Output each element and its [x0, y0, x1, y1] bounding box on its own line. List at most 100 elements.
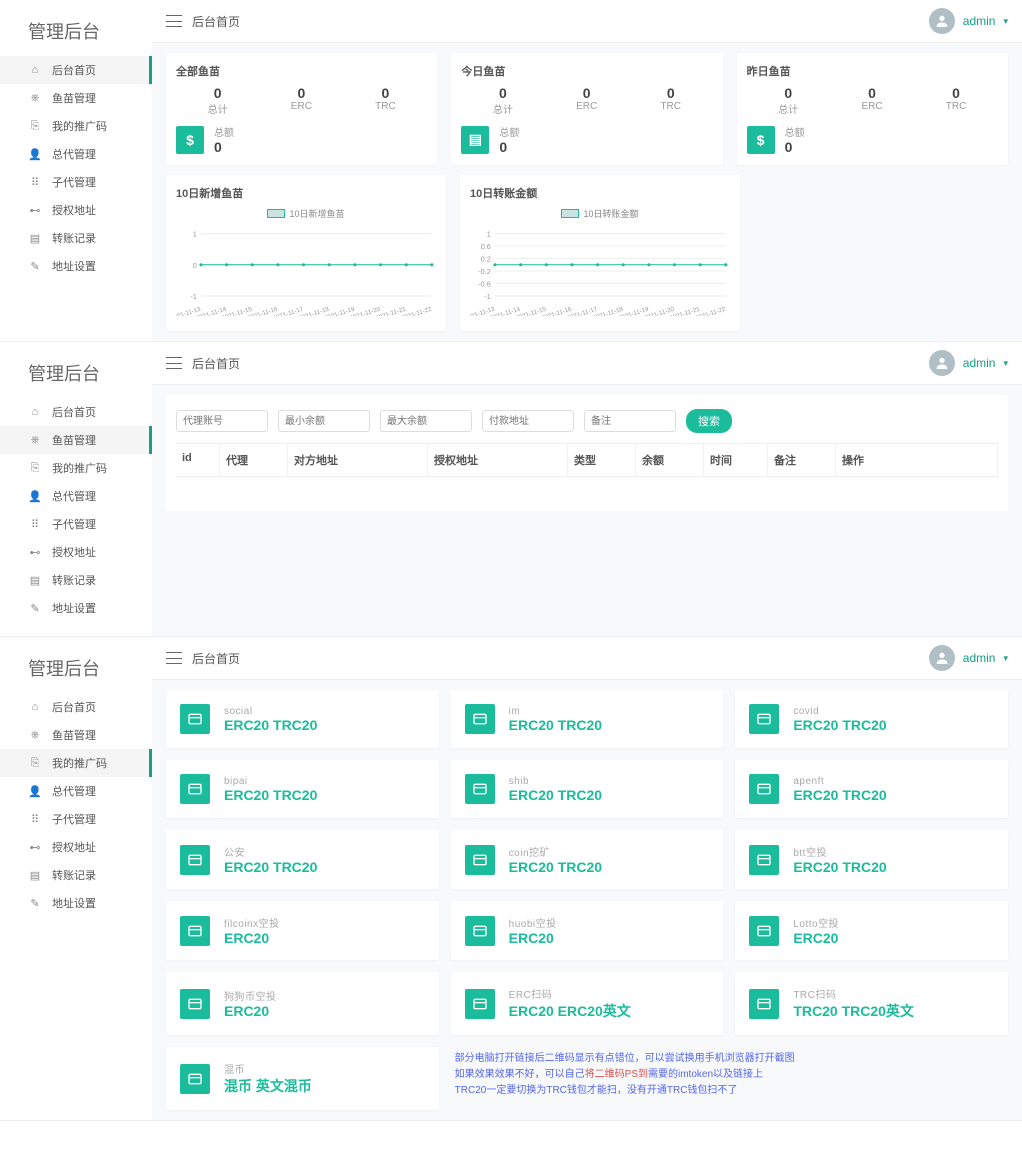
sidebar-item[interactable]: ▤转账记录: [0, 566, 152, 594]
sidebar-item[interactable]: ⎘我的推广码: [0, 749, 152, 777]
referral-types: ERC20 TRC20: [509, 859, 602, 875]
th-balance: 余额: [636, 444, 704, 476]
sidebar-item[interactable]: 👤总代管理: [0, 482, 152, 510]
sidebar-item[interactable]: ⊷授权地址: [0, 538, 152, 566]
th-counterparty: 对方地址: [288, 444, 428, 476]
sidebar-item[interactable]: ▤转账记录: [0, 861, 152, 889]
metric-label: 总计: [493, 101, 513, 116]
th-remark: 备注: [768, 444, 836, 476]
referral-card[interactable]: 公安ERC20 TRC20: [166, 830, 439, 889]
user-menu[interactable]: admin ▾: [929, 645, 1008, 671]
user-menu[interactable]: admin ▾: [929, 350, 1008, 376]
card-icon: [465, 989, 495, 1019]
sidebar-item[interactable]: ⊷授权地址: [0, 196, 152, 224]
caret-down-icon: ▾: [1003, 358, 1008, 369]
sidebar-item[interactable]: ⎈鱼苗管理: [0, 426, 152, 454]
referral-card[interactable]: huobi空投ERC20: [451, 901, 724, 960]
referral-card[interactable]: coin挖矿ERC20 TRC20: [451, 830, 724, 889]
chart-card: 10日转账金额10日转账金额-1-0.6-0.20.20.612021-11-1…: [460, 175, 740, 331]
sidebar-item[interactable]: ⎘我的推广码: [0, 112, 152, 140]
sidebar-item[interactable]: ▤转账记录: [0, 224, 152, 252]
search-input[interactable]: [584, 410, 676, 432]
referral-card[interactable]: imERC20 TRC20: [451, 690, 724, 748]
svg-text:0.6: 0.6: [481, 242, 491, 251]
metric-value: 0: [576, 85, 597, 101]
search-input[interactable]: [278, 410, 370, 432]
sidebar-item[interactable]: ⌂后台首页: [0, 398, 152, 426]
menu-toggle-icon[interactable]: [166, 652, 182, 664]
referral-card[interactable]: btt空投ERC20 TRC20: [735, 830, 1008, 889]
referral-card[interactable]: socialERC20 TRC20: [166, 690, 439, 748]
card-icon: [180, 1064, 210, 1094]
menu-icon: ✎: [28, 601, 42, 615]
app-logo: 管理后台: [0, 651, 152, 693]
svg-text:-1: -1: [190, 292, 196, 301]
caret-down-icon: ▾: [1003, 653, 1008, 664]
sidebar-item[interactable]: ⎈鱼苗管理: [0, 721, 152, 749]
sidebar-item-label: 子代管理: [52, 516, 96, 532]
referral-name: apenft: [793, 776, 886, 787]
sidebar-item[interactable]: ✎地址设置: [0, 252, 152, 280]
sidebar-item[interactable]: ⎘我的推广码: [0, 454, 152, 482]
sidebar-item[interactable]: ⌂ 后台首页: [0, 56, 152, 84]
total-value: 0: [214, 139, 234, 155]
th-action: 操作: [836, 444, 998, 476]
referral-types: ERC20 ERC20英文: [509, 1001, 631, 1021]
page-title: 后台首页: [192, 355, 240, 372]
username: admin: [963, 651, 996, 665]
sidebar-item-label: 地址设置: [52, 895, 96, 911]
card-icon: [749, 774, 779, 804]
menu-toggle-icon[interactable]: [166, 357, 182, 369]
search-input[interactable]: [380, 410, 472, 432]
menu-icon: ⊷: [28, 840, 42, 854]
search-button[interactable]: 搜索: [686, 409, 732, 433]
th-time: 时间: [704, 444, 768, 476]
metric: 0ERC: [291, 85, 312, 116]
referral-card[interactable]: 狗狗币空投ERC20: [166, 972, 439, 1035]
sidebar-item[interactable]: ⠿子代管理: [0, 168, 152, 196]
sidebar-item-label: 转账记录: [52, 867, 96, 883]
referral-card[interactable]: apenftERC20 TRC20: [735, 760, 1008, 818]
referral-card[interactable]: 混币混币 英文混币: [166, 1047, 439, 1110]
sidebar-item[interactable]: ⎈鱼苗管理: [0, 84, 152, 112]
user-menu[interactable]: admin ▾: [929, 8, 1008, 34]
sidebar-item[interactable]: ⠿子代管理: [0, 510, 152, 538]
card-icon: [180, 989, 210, 1019]
referral-card[interactable]: Lotto空投ERC20: [735, 901, 1008, 960]
referral-card[interactable]: filcoinx空投ERC20: [166, 901, 439, 960]
menu-icon: ⌂: [28, 63, 42, 77]
menu-icon: ✎: [28, 259, 42, 273]
sidebar-item[interactable]: ⠿子代管理: [0, 805, 152, 833]
sidebar-item[interactable]: 👤总代管理: [0, 140, 152, 168]
search-input[interactable]: [482, 410, 574, 432]
card-icon: [180, 916, 210, 946]
referral-card[interactable]: TRC扫码TRC20 TRC20英文: [735, 972, 1008, 1035]
card-icon: [465, 845, 495, 875]
metric: 0ERC: [861, 85, 882, 116]
menu-icon: ⌂: [28, 405, 42, 419]
referral-name: filcoinx空投: [224, 915, 280, 930]
sidebar-item[interactable]: 👤总代管理: [0, 777, 152, 805]
legend-label: 10日转账金额: [583, 207, 638, 220]
referral-name: coin挖矿: [509, 844, 602, 859]
metric-label: ERC: [291, 101, 312, 112]
svg-text:-0.6: -0.6: [478, 280, 491, 289]
referral-card[interactable]: shibERC20 TRC20: [451, 760, 724, 818]
referral-card[interactable]: bipaiERC20 TRC20: [166, 760, 439, 818]
sidebar-item[interactable]: ⌂后台首页: [0, 693, 152, 721]
metric-value: 0: [946, 85, 967, 101]
referral-card[interactable]: covidERC20 TRC20: [735, 690, 1008, 748]
search-input[interactable]: [176, 410, 268, 432]
referral-name: 公安: [224, 844, 317, 859]
referral-card[interactable]: ERC扫码ERC20 ERC20英文: [451, 972, 724, 1035]
menu-toggle-icon[interactable]: [166, 15, 182, 27]
sidebar-item-label: 后台首页: [52, 62, 96, 78]
sidebar-item[interactable]: ✎地址设置: [0, 594, 152, 622]
sidebar-item[interactable]: ⊷授权地址: [0, 833, 152, 861]
sidebar-item-label: 授权地址: [52, 544, 96, 560]
referral-name: shib: [509, 776, 602, 787]
metric-value: 0: [208, 85, 228, 101]
sidebar: 管理后台 ⌂后台首页⎈鱼苗管理⎘我的推广码👤总代管理⠿子代管理⊷授权地址▤转账记…: [0, 637, 152, 1120]
sidebar-item[interactable]: ✎地址设置: [0, 889, 152, 917]
th-type: 类型: [568, 444, 636, 476]
